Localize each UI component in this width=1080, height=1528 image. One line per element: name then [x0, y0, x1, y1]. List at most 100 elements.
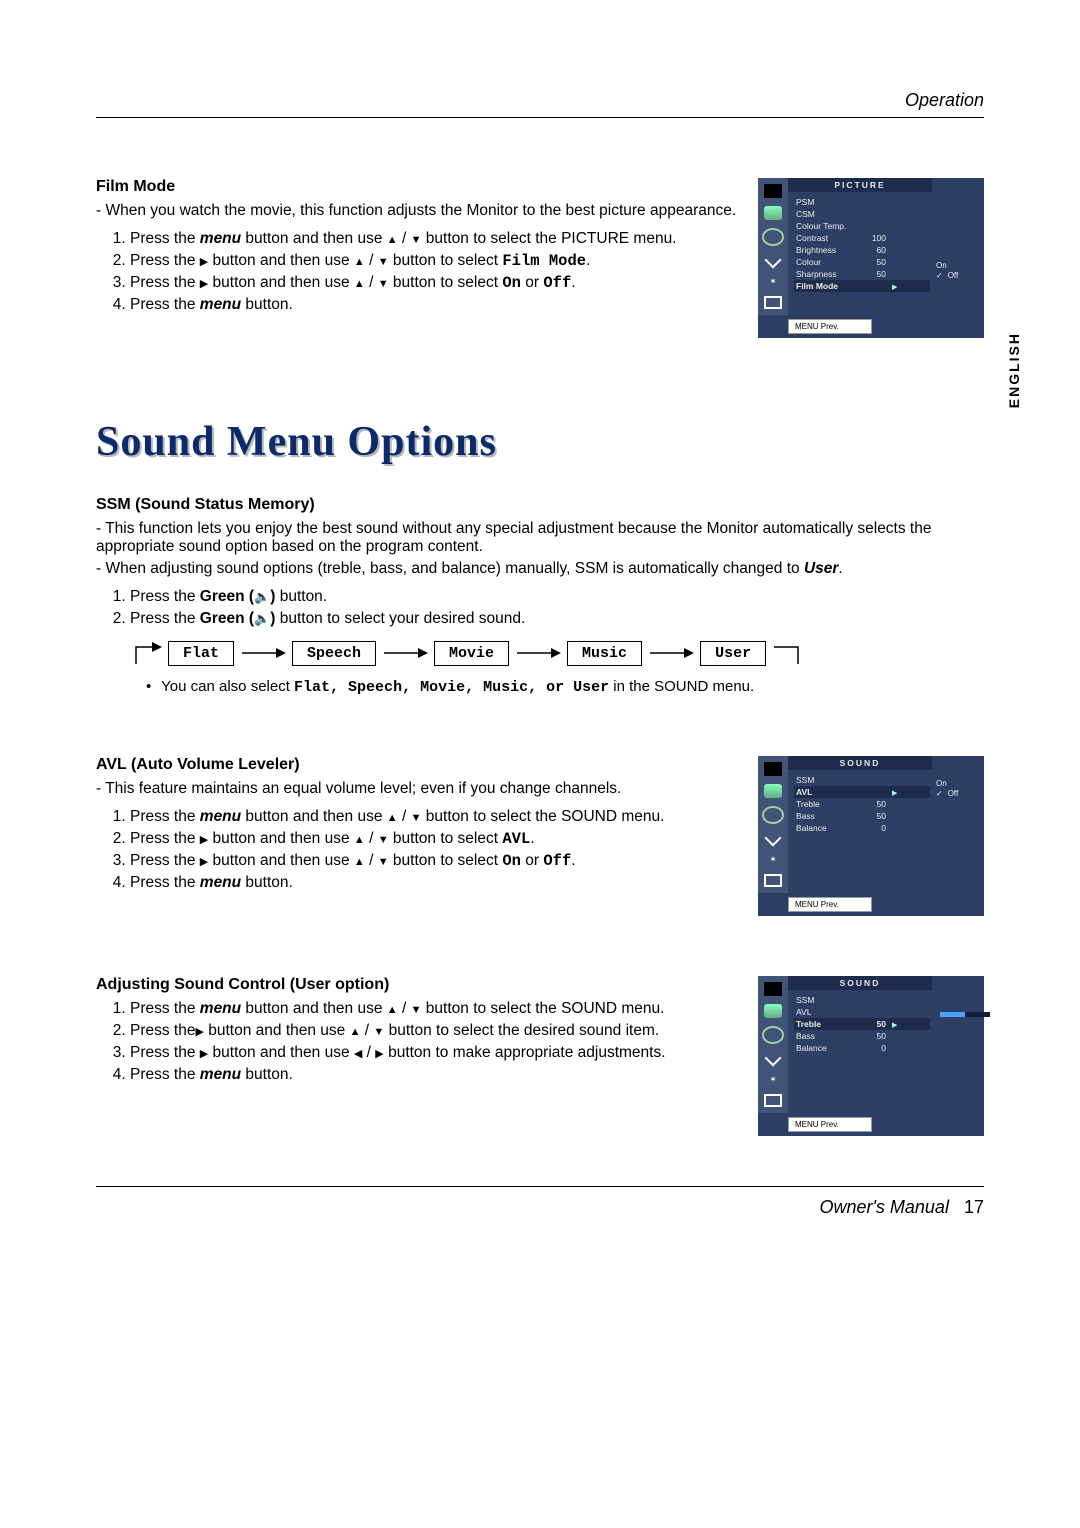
t: Press the — [130, 874, 200, 891]
osd-line: Film Mode ▶ — [794, 280, 930, 292]
osd-item-label: AVL — [796, 1007, 858, 1017]
t: . — [571, 274, 575, 291]
t: Press the — [130, 1000, 200, 1017]
osd-options: On Off — [932, 756, 984, 893]
menu-word: menu — [200, 296, 241, 313]
osd-item-label: Treble — [796, 799, 858, 809]
down-arrow-icon — [378, 852, 389, 869]
osd-item-label: SSM — [796, 995, 858, 1005]
t: button. — [241, 296, 293, 313]
ssm-cycle: FlatSpeechMovieMusicUser — [132, 638, 984, 668]
osd-item-label: SSM — [796, 775, 858, 785]
t: . — [586, 252, 590, 269]
ssm-intro2: - When adjusting sound options (treble, … — [96, 560, 984, 578]
t: Press the — [130, 1022, 195, 1039]
green-word: Green ( — [200, 588, 254, 605]
arrow-right-icon — [772, 638, 802, 668]
t: . — [571, 852, 575, 869]
osd-title: SOUND — [788, 756, 932, 770]
osd-sidebar: ✶ — [758, 756, 788, 893]
osd-item-label: Brightness — [796, 245, 858, 255]
t: or — [521, 852, 543, 869]
t: button and then use — [208, 830, 354, 847]
language-tab: ENGLISH — [1006, 332, 1022, 408]
ssm-cycle-box: Speech — [292, 641, 376, 666]
osd-list: PSMCSMColour Temp.Contrast100Brightness6… — [788, 192, 932, 296]
up-arrow-icon — [387, 1000, 398, 1017]
t: button. — [241, 1066, 293, 1083]
osd-item-label: Treble — [796, 1019, 858, 1029]
osd-item-label: Film Mode — [796, 281, 858, 291]
ssm-note: You can also select Flat, Speech, Movie,… — [146, 678, 984, 696]
osd-picture: ✶ PICTURE PSMCSMColour Temp.Contrast100B… — [758, 178, 984, 338]
osd-line: Bass50 — [796, 811, 928, 821]
header-rule — [96, 117, 984, 118]
osd-item-value: 50 — [864, 1019, 886, 1029]
t: Press the — [130, 830, 200, 847]
osd-item-label: Sharpness — [796, 269, 858, 279]
t: button and then use — [241, 230, 387, 247]
speaker-icon — [254, 610, 270, 627]
down-arrow-icon — [373, 1022, 384, 1039]
t: button. — [275, 588, 327, 605]
t: Press the — [130, 1044, 200, 1061]
sound-menu-heading: Sound Menu Options — [96, 418, 984, 466]
t: Press the — [130, 274, 200, 291]
menu-word: menu — [200, 1066, 241, 1083]
step: Press the menu button. — [130, 1066, 738, 1084]
t: button to select — [389, 830, 503, 847]
picture-icon — [764, 784, 782, 798]
down-arrow-icon — [378, 830, 389, 847]
mono-label: On — [502, 274, 521, 292]
up-arrow-icon — [354, 830, 365, 847]
right-arrow-icon: ▶ — [892, 283, 897, 291]
ssm-intro1: - This function lets you enjoy the best … — [96, 520, 984, 556]
film-mode-intro-text: When you watch the movie, this function … — [105, 202, 736, 219]
osd-line: Treble50 — [796, 799, 928, 809]
up-arrow-icon — [387, 230, 398, 247]
arrow-right-icon — [132, 638, 162, 668]
t: . — [530, 830, 534, 847]
osd-line: Bass50 — [796, 1031, 928, 1041]
avl-title: AVL (Auto Volume Leveler) — [96, 756, 738, 774]
arrow-right-icon — [240, 644, 286, 662]
osd-item-label: Colour Temp. — [796, 221, 858, 231]
osd-item-label: Bass — [796, 811, 858, 821]
step: Press the menu button and then use / but… — [130, 808, 738, 826]
t: in the SOUND menu. — [609, 678, 754, 695]
arrow-right-icon — [648, 644, 694, 662]
right-arrow-icon — [200, 830, 208, 847]
osd-line: Colour50 — [796, 257, 928, 267]
up-arrow-icon — [354, 852, 365, 869]
t: button to select — [389, 852, 503, 869]
t: button to select the desired sound item. — [384, 1022, 659, 1039]
osd-line: AVL ▶ — [794, 786, 930, 798]
t: button and then use — [208, 274, 354, 291]
osd-line: CSM — [796, 209, 928, 219]
t: button to select the PICTURE menu. — [421, 230, 676, 247]
right-arrow-icon — [200, 1044, 208, 1061]
osd-opt-off: Off — [936, 789, 980, 798]
t: button to select the SOUND menu. — [421, 1000, 664, 1017]
special-icon: ✶ — [764, 274, 782, 288]
t: button and then use — [208, 852, 354, 869]
down-arrow-icon — [411, 808, 422, 825]
osd-item-value: 60 — [864, 245, 886, 255]
avl-intro: - This feature maintains an equal volume… — [96, 780, 738, 798]
film-mode-intro: - When you watch the movie, this functio… — [96, 202, 738, 220]
t: button and then use — [208, 1044, 354, 1061]
t: button. — [241, 874, 293, 891]
t: button to select — [389, 274, 503, 291]
step: Press the button and then use / button t… — [130, 852, 738, 870]
step: Press the button and then use / button t… — [130, 1044, 738, 1062]
ssm-cycle-box: Music — [567, 641, 642, 666]
osd-item-label: Bass — [796, 1031, 858, 1041]
osd-item-label: Colour — [796, 257, 858, 267]
osd-opt-off: Off — [936, 271, 980, 280]
adjust-title: Adjusting Sound Control (User option) — [96, 976, 738, 994]
screen-icon — [764, 296, 782, 309]
time-icon — [765, 1050, 782, 1067]
step: Press the Green () button. — [130, 588, 984, 606]
menu-word: menu — [200, 1000, 241, 1017]
menu-word: menu — [200, 874, 241, 891]
